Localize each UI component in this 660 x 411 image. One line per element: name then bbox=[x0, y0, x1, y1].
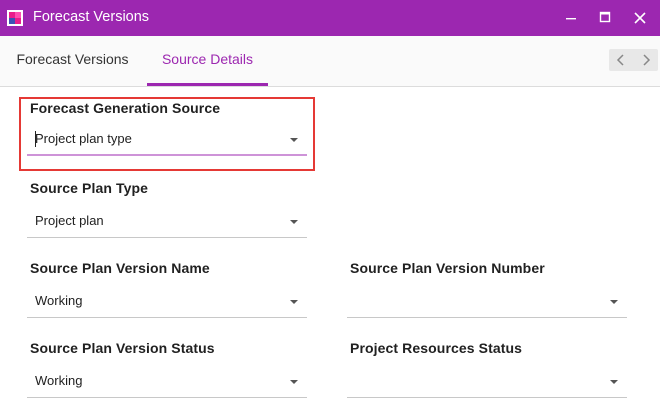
title-bar: Forecast Versions bbox=[0, 0, 660, 36]
minimize-icon bbox=[566, 18, 576, 20]
chevron-right-icon bbox=[643, 54, 651, 66]
caret-down-icon bbox=[610, 380, 618, 384]
source-plan-version-name-value: Working bbox=[35, 293, 83, 308]
app-icon bbox=[7, 10, 23, 26]
source-plan-type-value: Project plan bbox=[35, 213, 104, 228]
tab-bar: Forecast Versions Source Details bbox=[0, 36, 660, 87]
forecast-generation-source-label: Forecast Generation Source bbox=[30, 100, 221, 116]
close-button[interactable] bbox=[623, 0, 657, 36]
caret-down-icon bbox=[290, 380, 298, 384]
source-plan-version-status-value: Working bbox=[35, 373, 83, 388]
source-plan-version-name-label: Source Plan Version Name bbox=[30, 260, 210, 276]
close-icon bbox=[634, 12, 646, 24]
minimize-button[interactable] bbox=[554, 0, 588, 36]
caret-down-icon bbox=[290, 300, 298, 304]
project-resources-status-select[interactable] bbox=[347, 366, 627, 398]
tab-scroll-left-button[interactable] bbox=[609, 49, 633, 71]
source-plan-version-number-select[interactable] bbox=[347, 286, 627, 318]
maximize-button[interactable] bbox=[588, 0, 622, 36]
tab-scroll-buttons bbox=[609, 49, 658, 71]
source-plan-version-number-label: Source Plan Version Number bbox=[350, 260, 545, 276]
source-plan-version-status-label: Source Plan Version Status bbox=[30, 340, 215, 356]
project-resources-status-label: Project Resources Status bbox=[350, 340, 523, 356]
tab-forecast-versions[interactable]: Forecast Versions bbox=[0, 36, 145, 86]
tab-source-details[interactable]: Source Details bbox=[147, 36, 268, 86]
tab-scroll-right-button[interactable] bbox=[634, 49, 658, 71]
caret-down-icon bbox=[610, 300, 618, 304]
forecast-generation-source-select[interactable]: Project plan type bbox=[27, 124, 307, 156]
forecast-generation-source-value: Project plan type bbox=[35, 131, 132, 146]
maximize-icon bbox=[599, 11, 611, 23]
source-plan-version-name-select[interactable]: Working bbox=[27, 286, 307, 318]
source-plan-type-label: Source Plan Type bbox=[30, 180, 149, 196]
source-plan-type-select[interactable]: Project plan bbox=[27, 206, 307, 238]
caret-down-icon bbox=[290, 138, 298, 142]
source-plan-version-status-select[interactable]: Working bbox=[27, 366, 307, 398]
window-title: Forecast Versions bbox=[33, 9, 150, 25]
chevron-left-icon bbox=[616, 54, 624, 66]
source-details-panel: Forecast Generation Source Project plan … bbox=[0, 88, 660, 411]
caret-down-icon bbox=[290, 220, 298, 224]
